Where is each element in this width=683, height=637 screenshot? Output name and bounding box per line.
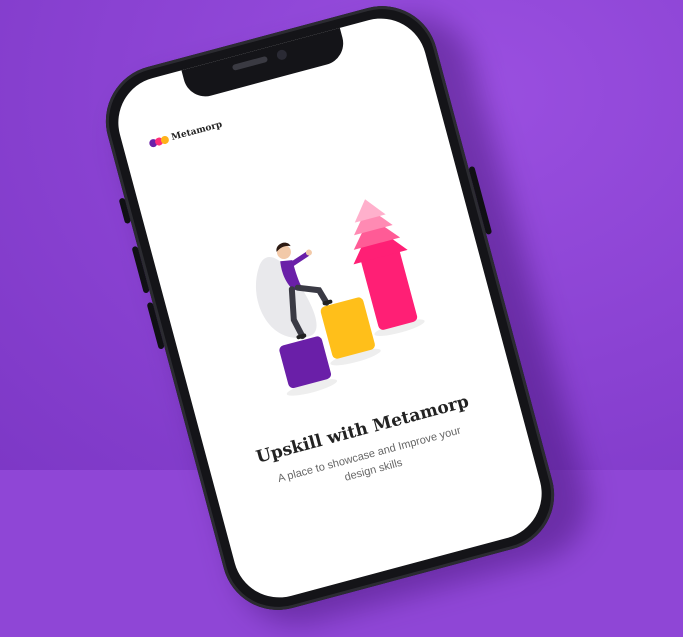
brand-name: Metamorp (170, 119, 224, 144)
person-climbing-steps-arrow-illustration (255, 199, 425, 396)
step-yellow (320, 297, 375, 359)
logo-dots-icon (148, 135, 170, 149)
speaker-grille (231, 55, 269, 71)
front-camera (275, 48, 288, 61)
brand-logo: Metamorp (148, 120, 223, 149)
